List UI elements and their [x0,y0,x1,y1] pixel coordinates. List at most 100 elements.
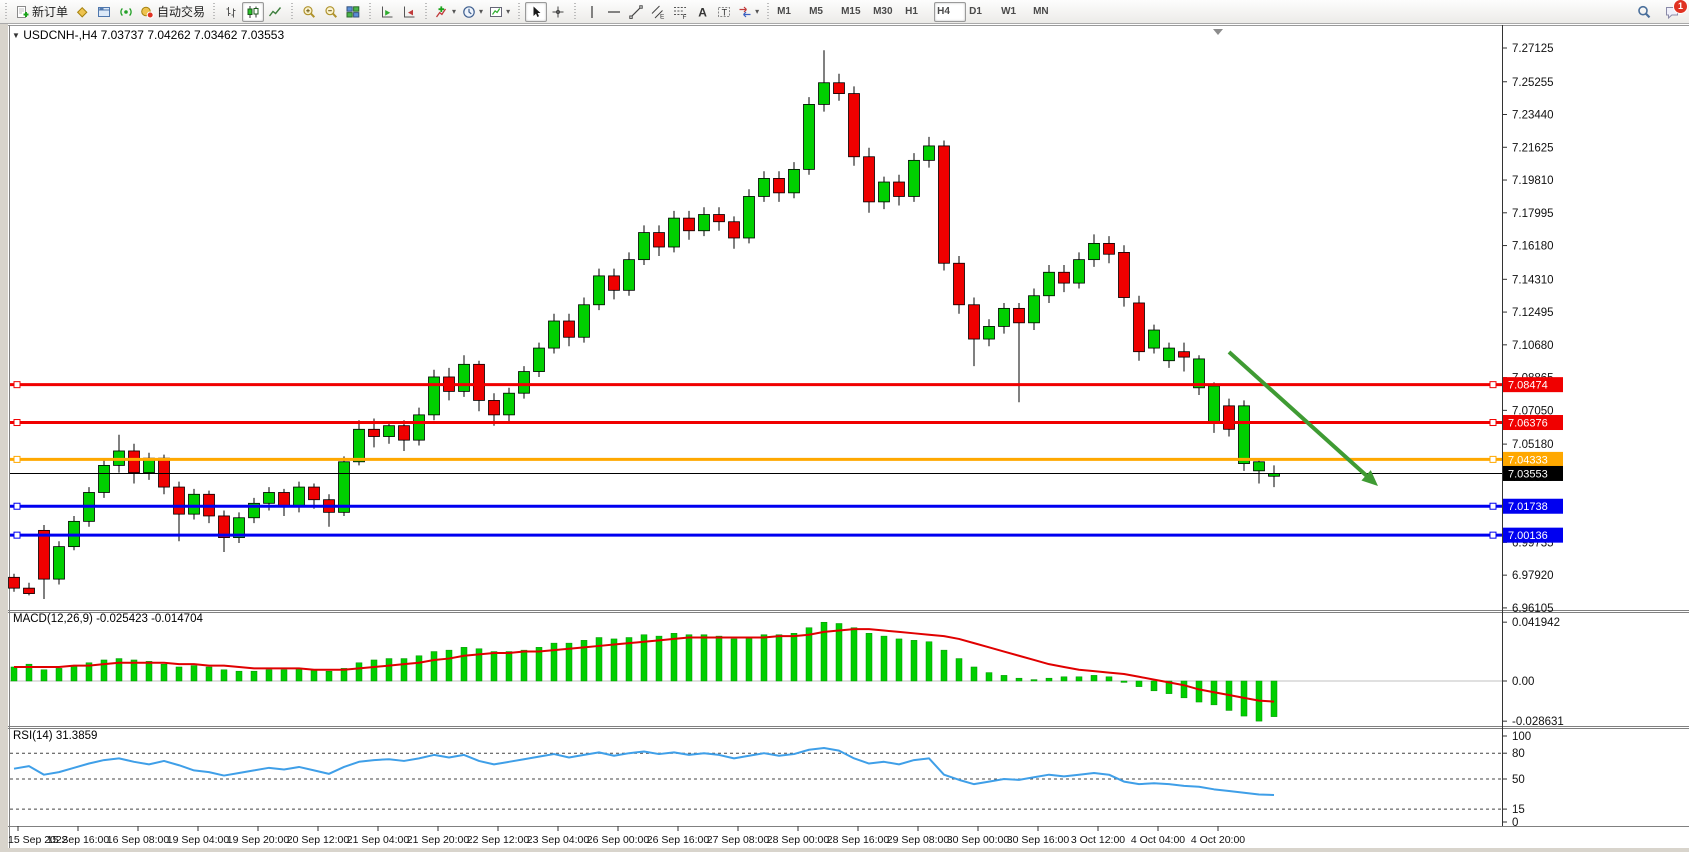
candlestick [1179,352,1190,357]
toolbar-grip[interactable] [290,3,295,20]
timeframe-m30-button[interactable]: M30 [870,2,902,22]
channel-button[interactable]: E [647,2,669,22]
timeframe-m15-button[interactable]: M15 [838,2,870,22]
cursor-icon [529,5,543,19]
price-axis-tick-label: 7.16180 [1512,241,1554,253]
tile-windows-button[interactable] [342,2,364,22]
timeframe-d1-button[interactable]: D1 [966,2,998,22]
zoom-out-button[interactable] [320,2,342,22]
timeframe-w1-button[interactable]: W1 [998,2,1030,22]
crosshair-button[interactable] [547,2,569,22]
bottom-frame [0,848,1689,852]
toolbar-grip[interactable] [368,3,373,20]
toolbar-grip[interactable] [766,3,771,20]
templates-button[interactable]: ▾ [486,2,513,22]
candlestick [564,321,575,337]
auto-scroll-button[interactable] [376,2,398,22]
label-button[interactable]: T [713,2,735,22]
macd-histogram-bar [1016,678,1022,681]
depth-of-market-button[interactable] [115,2,137,22]
line-chart-button[interactable] [264,2,286,22]
macd-histogram-bar [251,671,257,681]
candlestick [804,104,815,169]
candlestick [504,393,515,415]
toolbar-grip[interactable] [4,3,9,20]
timeframe-m1-button[interactable]: M1 [774,2,806,22]
line-anchor-handle[interactable] [14,382,20,388]
fibonacci-button[interactable]: F [669,2,691,22]
price-axis-tick-label: 7.23440 [1512,110,1554,122]
notifications-button[interactable]: 1 [1661,2,1683,22]
candlestick [969,305,980,339]
candlestick [1239,406,1250,464]
candlestick [384,426,395,437]
svg-text:A: A [698,5,707,19]
price-axis-tick-label: 7.19810 [1512,175,1554,187]
timeframe-mn-button[interactable]: MN [1030,2,1062,22]
macd-axis-tick-label: 0.041942 [1512,617,1560,629]
search-button[interactable] [1633,2,1655,22]
line-anchor-handle[interactable] [14,456,20,462]
candlestick [909,160,920,196]
time-axis-label: 30 Sep 16:00 [1007,834,1070,846]
candlestick [189,494,200,514]
line-anchor-handle[interactable] [1490,456,1496,462]
candlestick [1254,462,1265,471]
bar-chart-button[interactable] [220,2,242,22]
line-anchor-handle[interactable] [14,532,20,538]
symbol-dropdown-icon[interactable]: ▼ [12,31,20,40]
market-watch-button[interactable] [71,2,93,22]
auto-trading-button[interactable]: 自动交易 [137,2,208,22]
new-order-button[interactable]: 新订单 [12,2,71,22]
toolbar-grip[interactable] [573,3,578,20]
chart-shift-button[interactable] [398,2,420,22]
time-axis-label: 30 Sep 00:00 [947,834,1010,846]
timeframe-m30-button-label: M30 [873,6,899,17]
toolbar-grip[interactable] [424,3,429,20]
macd-histogram-bar [416,656,422,681]
timeframe-m5-button-label: M5 [809,6,835,17]
candlestick [294,487,305,507]
toolbar-grip[interactable] [517,3,522,20]
timeframe-m5-button[interactable]: M5 [806,2,838,22]
price-badge-label: 7.01738 [1508,501,1548,513]
toolbar-grip[interactable] [212,3,217,20]
macd-histogram-bar [941,650,947,681]
line-anchor-handle[interactable] [14,420,20,426]
line-anchor-handle[interactable] [1490,503,1496,509]
cursor-button[interactable] [525,2,547,22]
doc-plus-icon [15,5,29,19]
autotrade-icon [140,5,154,19]
periods-button[interactable]: ▾ [459,2,486,22]
gold-diamond-icon [75,5,89,19]
candlestick [489,400,500,414]
macd-histogram-bar [911,640,917,681]
horizontal-line-button[interactable] [603,2,625,22]
macd-histogram-bar [11,667,17,681]
indicators-button[interactable]: ▾ [432,2,459,22]
vertical-line-button[interactable] [581,2,603,22]
macd-histogram-bar [971,667,977,681]
line-anchor-handle[interactable] [14,503,20,509]
macd-histogram-bar [671,633,677,681]
notification-badge: 1 [1673,0,1688,14]
line-anchor-handle[interactable] [1490,420,1496,426]
timeframe-h1-button[interactable]: H1 [902,2,934,22]
line-anchor-handle[interactable] [1490,532,1496,538]
timeframe-h4-button[interactable]: H4 [934,2,966,22]
window-background [0,0,1689,852]
candlestick [999,308,1010,326]
macd-histogram-bar [206,667,212,681]
macd-histogram-bar [1181,681,1187,698]
hline-icon [607,5,621,19]
candle-chart-button[interactable] [242,2,264,22]
arrows-button[interactable]: ▾ [735,2,762,22]
line-anchor-handle[interactable] [1490,382,1496,388]
macd-histogram-bar [146,661,152,681]
chart-shift-icon [402,5,416,19]
trendline-button[interactable] [625,2,647,22]
macd-histogram-bar [506,652,512,681]
text-button[interactable]: A [691,2,713,22]
data-window-button[interactable] [93,2,115,22]
zoom-in-button[interactable] [298,2,320,22]
